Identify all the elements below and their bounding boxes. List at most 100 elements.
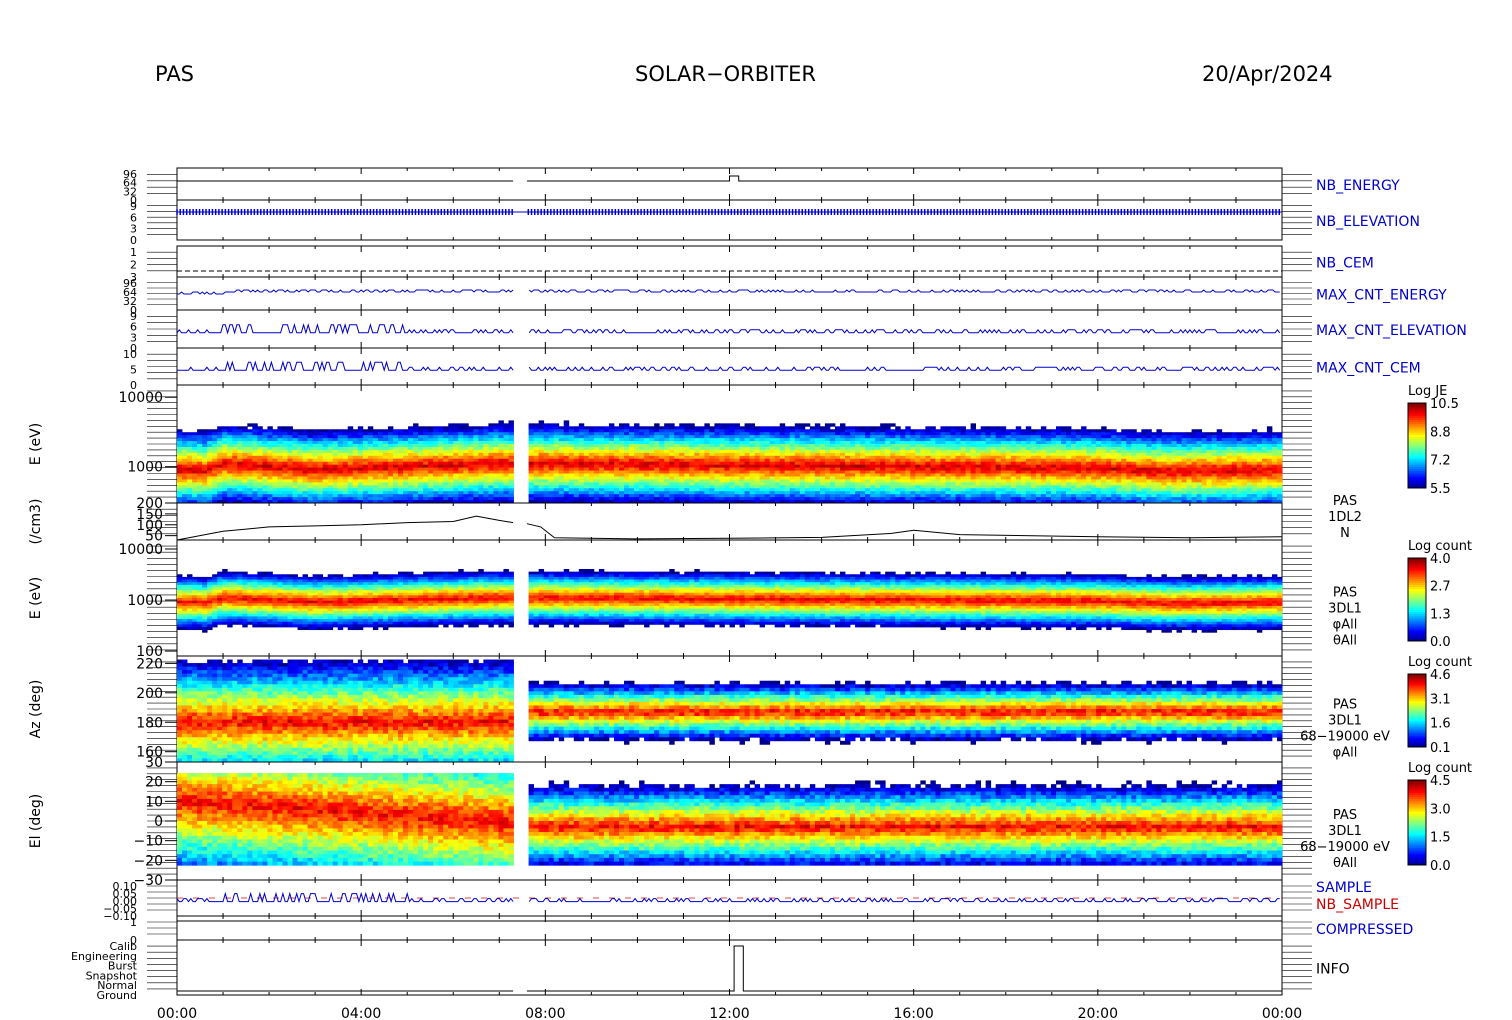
heatmap-cell bbox=[654, 479, 659, 482]
heatmap-cell bbox=[614, 471, 619, 474]
heatmap-cell bbox=[840, 479, 845, 482]
heatmap-cell bbox=[765, 450, 770, 453]
heatmap-cell bbox=[313, 471, 318, 474]
heatmap-cell bbox=[659, 479, 664, 482]
heatmap-cell bbox=[252, 444, 257, 447]
heatmap-cell bbox=[293, 462, 298, 465]
heatmap-cell bbox=[308, 488, 313, 491]
heatmap-cell bbox=[433, 444, 438, 447]
heatmap-cell bbox=[303, 485, 308, 488]
heatmap-cell bbox=[890, 474, 895, 477]
heatmap-cell bbox=[664, 482, 669, 485]
heatmap-cell bbox=[549, 456, 554, 459]
heatmap-cell bbox=[860, 426, 865, 429]
heatmap-cell bbox=[714, 476, 719, 479]
heatmap-cell bbox=[488, 438, 493, 441]
heatmap-cell bbox=[182, 482, 187, 485]
heatmap-cell bbox=[197, 465, 202, 468]
heatmap-cell bbox=[212, 429, 217, 432]
heatmap-cell bbox=[272, 453, 277, 456]
heatmap-cell bbox=[177, 444, 182, 447]
heatmap-cell bbox=[458, 426, 463, 429]
heatmap-cell bbox=[624, 465, 629, 468]
heatmap-cell bbox=[750, 485, 755, 488]
heatmap-cell bbox=[584, 459, 589, 462]
heatmap-cell bbox=[845, 465, 850, 468]
heatmap-cell bbox=[699, 459, 704, 462]
heatmap-cell bbox=[373, 497, 378, 500]
heatmap-cell bbox=[463, 479, 468, 482]
heatmap-cell bbox=[785, 494, 790, 497]
heatmap-cell bbox=[569, 485, 574, 488]
heatmap-cell bbox=[614, 479, 619, 482]
heatmap-cell bbox=[961, 453, 966, 456]
heatmap-cell bbox=[925, 488, 930, 491]
heatmap-cell bbox=[408, 432, 413, 435]
heatmap-cell bbox=[574, 444, 579, 447]
heatmap-cell bbox=[765, 468, 770, 471]
y-tick-label: 1 bbox=[130, 246, 137, 259]
heatmap-cell bbox=[413, 468, 418, 471]
heatmap-cell bbox=[534, 459, 539, 462]
heatmap-cell bbox=[187, 471, 192, 474]
heatmap-cell bbox=[790, 479, 795, 482]
heatmap-cell bbox=[850, 456, 855, 459]
heatmap-cell bbox=[323, 494, 328, 497]
heatmap-cell bbox=[679, 456, 684, 459]
heatmap-cell bbox=[885, 447, 890, 450]
heatmap-cell bbox=[217, 453, 222, 456]
heatmap-cell bbox=[925, 435, 930, 438]
heatmap-cell bbox=[639, 497, 644, 500]
heatmap-cell bbox=[870, 444, 875, 447]
heatmap-cell bbox=[534, 450, 539, 453]
heatmap-cell bbox=[709, 444, 714, 447]
heatmap-cell bbox=[870, 447, 875, 450]
heatmap-cell bbox=[368, 450, 373, 453]
heatmap-cell bbox=[961, 471, 966, 474]
heatmap-cell bbox=[905, 429, 910, 432]
heatmap-cell bbox=[770, 494, 775, 497]
heatmap-cell bbox=[303, 491, 308, 494]
heatmap-cell bbox=[709, 488, 714, 491]
heatmap-cell bbox=[478, 441, 483, 444]
heatmap-cell bbox=[453, 465, 458, 468]
heatmap-cell bbox=[724, 435, 729, 438]
heatmap-cell bbox=[825, 471, 830, 474]
heatmap-cell bbox=[403, 432, 408, 435]
heatmap-cell bbox=[709, 476, 714, 479]
heatmap-cell bbox=[629, 456, 634, 459]
heatmap-cell bbox=[574, 479, 579, 482]
heatmap-cell bbox=[458, 494, 463, 497]
heatmap-cell bbox=[478, 474, 483, 477]
heatmap-cell bbox=[905, 471, 910, 474]
heatmap-cell bbox=[363, 476, 368, 479]
heatmap-cell bbox=[338, 494, 343, 497]
heatmap-cell bbox=[468, 488, 473, 491]
heatmap-cell bbox=[453, 447, 458, 450]
heatmap-cell bbox=[318, 432, 323, 435]
heatmap-cell bbox=[288, 441, 293, 444]
heatmap-cell bbox=[704, 456, 709, 459]
heatmap-cell bbox=[649, 488, 654, 491]
heatmap-cell bbox=[438, 494, 443, 497]
heatmap-cell bbox=[534, 479, 539, 482]
heatmap-cell bbox=[247, 482, 252, 485]
heatmap-cell bbox=[880, 459, 885, 462]
heatmap-cell bbox=[473, 447, 478, 450]
heatmap-cell bbox=[850, 441, 855, 444]
heatmap-cell bbox=[282, 429, 287, 432]
heatmap-cell bbox=[488, 450, 493, 453]
heatmap-cell bbox=[735, 459, 740, 462]
heatmap-cell bbox=[262, 447, 267, 450]
heatmap-cell bbox=[855, 491, 860, 494]
heatmap-cell bbox=[574, 474, 579, 477]
heatmap-cell bbox=[905, 435, 910, 438]
heatmap-cell bbox=[257, 471, 262, 474]
heatmap-cell bbox=[212, 491, 217, 494]
heatmap-cell bbox=[267, 462, 272, 465]
heatmap-cell bbox=[413, 485, 418, 488]
heatmap-cell bbox=[699, 450, 704, 453]
heatmap-cell bbox=[659, 485, 664, 488]
heatmap-cell bbox=[649, 471, 654, 474]
heatmap-cell bbox=[488, 426, 493, 429]
